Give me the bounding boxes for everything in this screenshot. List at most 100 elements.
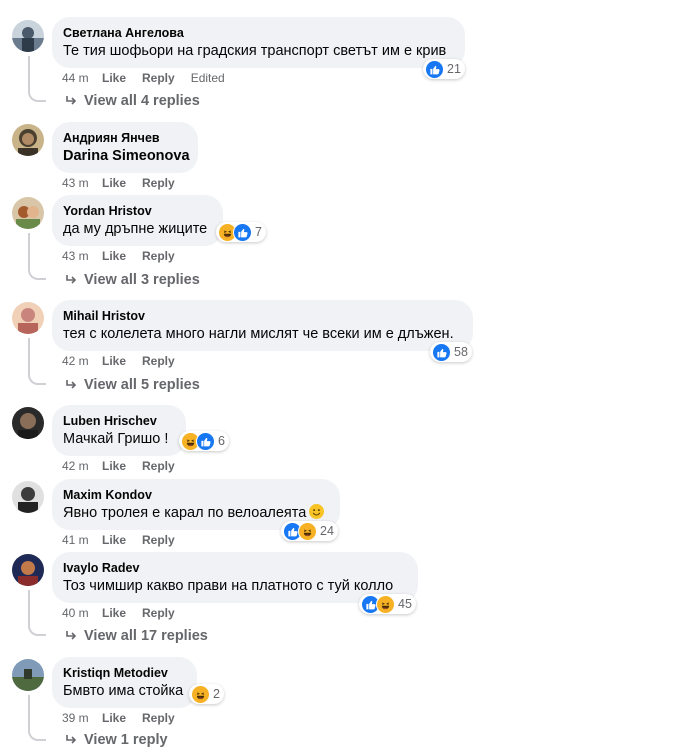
reaction-count: 24: [320, 524, 334, 538]
comment-author[interactable]: Maxim Kondov: [63, 487, 328, 503]
avatar[interactable]: [12, 554, 44, 586]
comment-time[interactable]: 39 m: [62, 710, 102, 726]
reply-button[interactable]: Reply: [142, 605, 175, 621]
slightly-smiling-face-icon: [309, 504, 325, 519]
reply-button[interactable]: Reply: [142, 248, 175, 264]
like-button[interactable]: Like: [102, 248, 126, 264]
reaction-summary[interactable]: 6: [179, 431, 229, 451]
comment-time[interactable]: 43 m: [62, 248, 102, 264]
reaction-summary[interactable]: 21: [423, 59, 465, 79]
reply-button[interactable]: Reply: [142, 70, 175, 86]
avatar[interactable]: [12, 302, 44, 334]
reply-arrow-icon: [66, 275, 77, 284]
like-reaction-icon: [425, 59, 444, 79]
comment-time[interactable]: 43 m: [62, 175, 102, 191]
comment-author[interactable]: Светлана Ангелова: [63, 25, 453, 41]
comment-text: тея с колелета много нагли мислят че все…: [63, 326, 454, 342]
comment-bubble: Mihail Hristov тея с колелета много нагл…: [52, 300, 473, 351]
comment-time[interactable]: 44 m: [62, 70, 102, 86]
comment-meta: 44 m Like Reply Edited: [62, 70, 225, 86]
view-replies-label: View all 17 replies: [84, 628, 208, 644]
avatar[interactable]: [12, 20, 44, 52]
comment-text: Бмвто има стойка: [63, 683, 184, 699]
comment-time[interactable]: 42 m: [62, 458, 102, 474]
avatar[interactable]: [12, 659, 44, 691]
like-button[interactable]: Like: [102, 353, 126, 369]
comment-text: Мачкай Гришо !: [63, 431, 169, 447]
comment-text: да му дръпне жиците: [63, 221, 208, 237]
thread-line: [28, 590, 30, 622]
reaction-summary[interactable]: 58: [430, 342, 472, 362]
view-replies-link[interactable]: View 1 reply: [64, 732, 168, 748]
comment-author[interactable]: Yordan Hristov: [63, 203, 211, 219]
comment-text-content: Явно тролея е карал по велоалеята: [63, 505, 307, 521]
reply-button[interactable]: Reply: [142, 353, 175, 369]
reply-arrow-icon: [66, 380, 77, 389]
avatar[interactable]: [12, 407, 44, 439]
reply-button[interactable]: Reply: [142, 710, 175, 726]
reply-button[interactable]: Reply: [142, 175, 175, 191]
reply-button[interactable]: Reply: [142, 532, 175, 548]
comment-meta: 42 m Like Reply: [62, 353, 191, 369]
avatar[interactable]: [12, 197, 44, 229]
comment-bubble: Luben Hrischev Мачкай Гришо !: [52, 405, 186, 456]
reaction-count: 6: [218, 434, 225, 448]
comment-meta: 43 m Like Reply: [62, 248, 191, 264]
comment-author[interactable]: Mihail Hristov: [63, 308, 461, 324]
haha-reaction-icon: [298, 521, 317, 541]
avatar[interactable]: [12, 124, 44, 156]
like-button[interactable]: Like: [102, 458, 126, 474]
avatar[interactable]: [12, 481, 44, 513]
like-button[interactable]: Like: [102, 605, 126, 621]
thread-line: [28, 233, 30, 266]
comment-meta: 40 m Like Reply: [62, 605, 191, 621]
reaction-summary[interactable]: 2: [189, 684, 224, 704]
comment-text: Тоз чимшир какво прави на платното с туй…: [63, 578, 394, 594]
reaction-count: 21: [447, 62, 461, 76]
view-replies-label: View 1 reply: [84, 732, 168, 748]
view-replies-link[interactable]: View all 5 replies: [64, 377, 200, 393]
view-replies-label: View all 4 replies: [84, 93, 200, 109]
tagged-user-link[interactable]: Darina Simeonova: [63, 146, 190, 166]
thread-connector: [28, 727, 46, 741]
comment-time[interactable]: 42 m: [62, 353, 102, 369]
comment-meta: 43 m Like Reply: [62, 175, 191, 191]
thread-connector: [28, 622, 46, 636]
reply-arrow-icon: [66, 631, 77, 640]
view-replies-link[interactable]: View all 3 replies: [64, 272, 200, 288]
comment-text: Те тия шофьори на градския транспорт све…: [63, 43, 447, 59]
view-replies-link[interactable]: View all 17 replies: [64, 628, 208, 644]
comment-author[interactable]: Андриян Янчев: [63, 130, 186, 146]
comment-author[interactable]: Ivaylo Radev: [63, 560, 406, 576]
view-replies-label: View all 3 replies: [84, 272, 200, 288]
comment-author[interactable]: Luben Hrischev: [63, 413, 174, 429]
comment-bubble: Kristiqn Metodiev Бмвто има стойка: [52, 657, 197, 708]
thread-connector: [28, 266, 46, 280]
thread-line: [28, 56, 30, 88]
comment-bubble: Андриян Янчев Darina Simeonova: [52, 122, 198, 173]
like-button[interactable]: Like: [102, 710, 126, 726]
view-replies-link[interactable]: View all 4 replies: [64, 93, 200, 109]
reaction-summary[interactable]: 7: [216, 222, 266, 242]
haha-reaction-icon: [376, 594, 395, 614]
reaction-summary[interactable]: 24: [281, 521, 338, 541]
reaction-summary[interactable]: 45: [359, 594, 416, 614]
comment-time[interactable]: 41 m: [62, 532, 102, 548]
edited-label[interactable]: Edited: [191, 70, 225, 86]
comment-text: Явно тролея е карал по велоалеята: [63, 503, 328, 523]
thread-line: [28, 338, 30, 371]
reaction-count: 58: [454, 345, 468, 359]
reaction-count: 7: [255, 225, 262, 239]
comment-bubble: Yordan Hristov да му дръпне жиците: [52, 195, 223, 246]
like-button[interactable]: Like: [102, 532, 126, 548]
thread-connector: [28, 371, 46, 385]
comment-meta: 41 m Like Reply: [62, 532, 191, 548]
like-reaction-icon: [196, 431, 215, 451]
reaction-count: 2: [213, 687, 220, 701]
reply-button[interactable]: Reply: [142, 458, 175, 474]
like-button[interactable]: Like: [102, 175, 126, 191]
comment-meta: 39 m Like Reply: [62, 710, 191, 726]
comment-author[interactable]: Kristiqn Metodiev: [63, 665, 185, 681]
like-button[interactable]: Like: [102, 70, 126, 86]
comment-time[interactable]: 40 m: [62, 605, 102, 621]
